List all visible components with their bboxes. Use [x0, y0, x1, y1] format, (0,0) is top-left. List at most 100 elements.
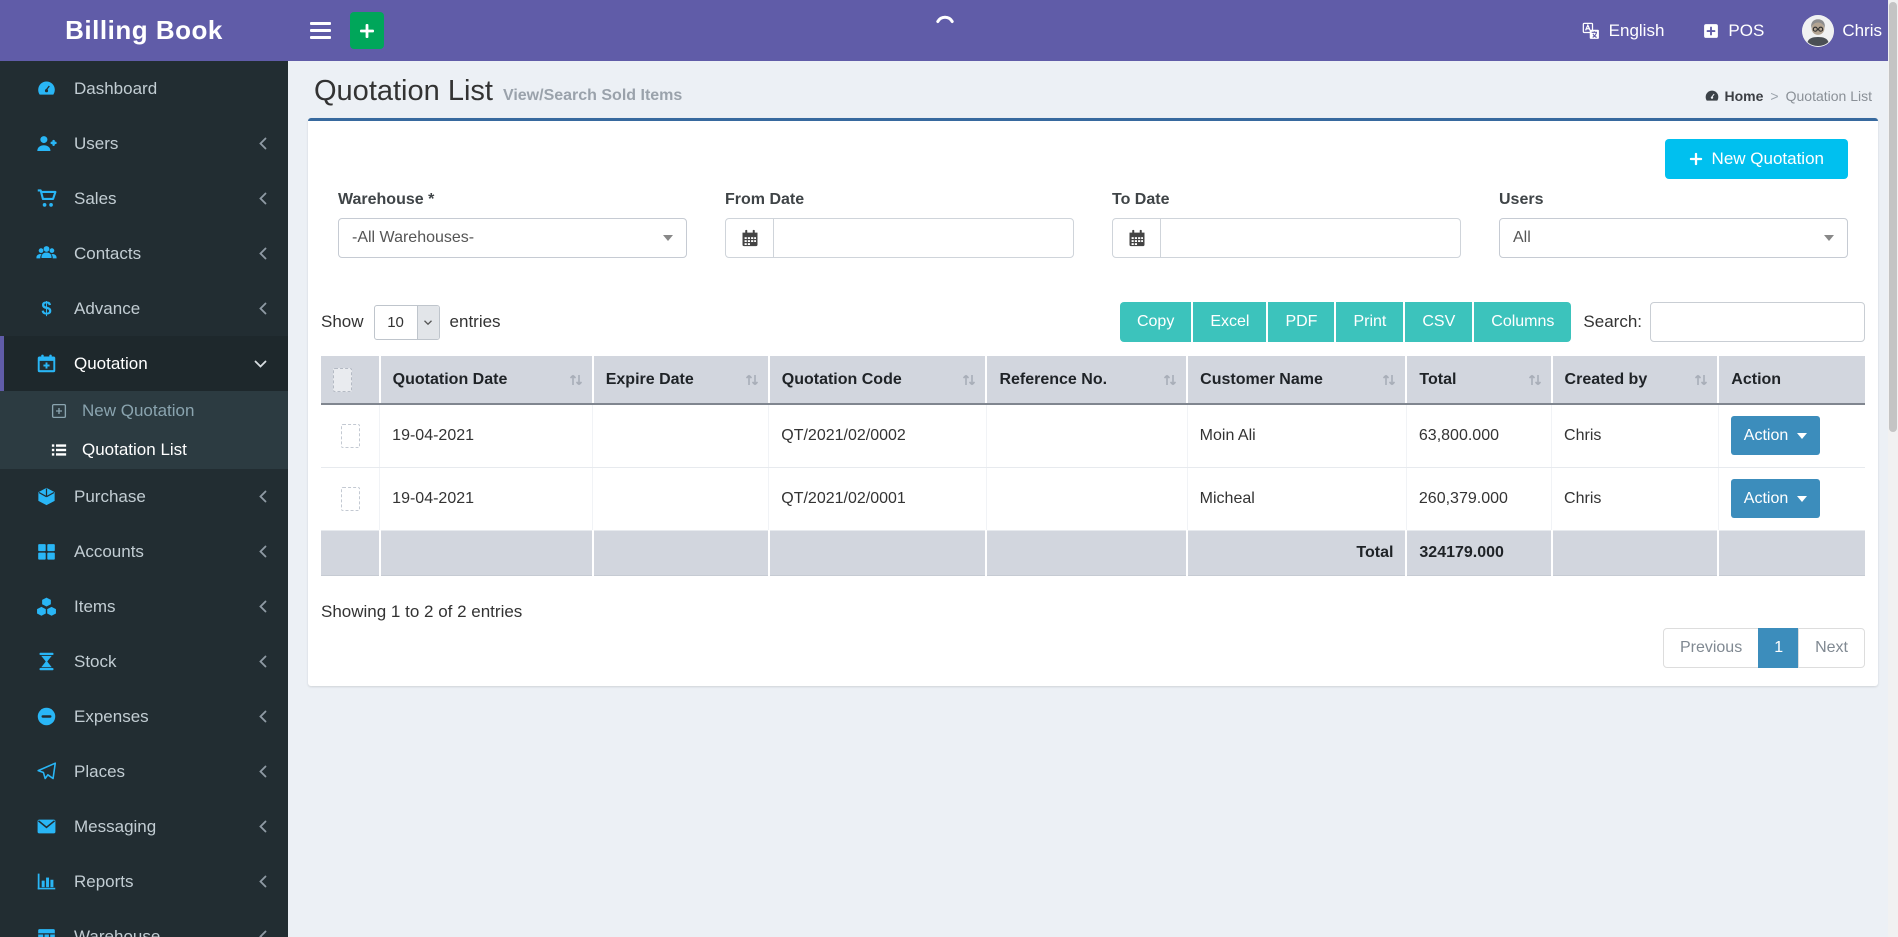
sidebar-item-warehouse[interactable]: Warehouse: [0, 909, 288, 937]
sidebar-subitem-label: New Quotation: [82, 400, 195, 420]
action-button[interactable]: Action: [1730, 416, 1821, 456]
sidebar-item-label: Places: [74, 761, 126, 781]
app-logo[interactable]: Billing Book: [0, 0, 288, 61]
sort-icon: [1527, 372, 1543, 388]
sidebar-subitem-quotation-list[interactable]: Quotation List: [0, 430, 288, 469]
scrollbar-track[interactable]: [1888, 0, 1898, 937]
sidebar-item-reports[interactable]: Reports: [0, 854, 288, 909]
sidebar-item-label: Messaging: [74, 816, 157, 836]
column-header-created-by[interactable]: Created by: [1550, 356, 1719, 405]
sidebar-item-items[interactable]: Items: [0, 579, 288, 634]
warehouse-select[interactable]: -All Warehouses-: [338, 218, 687, 258]
sidebar-item-expenses[interactable]: Expenses: [0, 689, 288, 744]
cart-icon: [34, 188, 58, 209]
to-date-input[interactable]: [1161, 219, 1460, 257]
pos-menu[interactable]: POS: [1702, 21, 1764, 41]
export-button-group: Copy Excel PDF Print CSV Columns: [1119, 302, 1572, 342]
sidebar-item-places[interactable]: Places: [0, 744, 288, 799]
sort-icon: [1693, 372, 1709, 388]
users-select[interactable]: All: [1499, 218, 1848, 258]
breadcrumb-home-label: Home: [1724, 88, 1764, 104]
table-body: 19-04-2021 QT/2021/02/0002 Moin Ali 63,800.…: [321, 404, 1865, 531]
language-menu[interactable]: English: [1581, 20, 1665, 41]
pos-label: POS: [1728, 20, 1765, 40]
calendar-icon[interactable]: [726, 219, 774, 257]
sidebar-submenu: New Quotation Quotation List: [0, 391, 288, 469]
table-row: 19-04-2021 QT/2021/02/0002 Moin Ali 63,800.…: [321, 404, 1865, 468]
from-date-input[interactable]: [774, 219, 1073, 257]
column-header-total[interactable]: Total: [1405, 356, 1552, 405]
avatar: [1802, 14, 1835, 47]
column-header-expire-date[interactable]: Expire Date: [591, 356, 769, 405]
page-length-select[interactable]: 10: [373, 304, 440, 340]
caret-down-icon: [1797, 495, 1808, 502]
export-print-button[interactable]: Print: [1336, 302, 1406, 342]
sidebar-item-users[interactable]: Users: [0, 116, 288, 171]
cell-quotation-code: QT/2021/02/0001: [768, 467, 987, 531]
warehouse-label: Warehouse *: [338, 191, 435, 208]
calendar-icon[interactable]: [1113, 219, 1161, 257]
sidebar-item-sales[interactable]: Sales: [0, 171, 288, 226]
column-header-label: Expire Date: [605, 370, 694, 388]
export-excel-button[interactable]: Excel: [1193, 302, 1269, 342]
sidebar-item-accounts[interactable]: Accounts: [0, 524, 288, 579]
sidebar-item-quotation[interactable]: Quotation: [0, 336, 288, 391]
column-header-label: Action: [1731, 370, 1782, 388]
sidebar-item-label: Accounts: [74, 541, 144, 561]
row-checkbox[interactable]: [340, 486, 360, 511]
cell-created-by: Chris: [1551, 404, 1719, 468]
action-button[interactable]: Action: [1730, 479, 1821, 518]
chevron-left-icon: [258, 654, 268, 669]
scrollbar-thumb[interactable]: [1889, 2, 1897, 432]
table-icon: [34, 926, 58, 937]
export-copy-button[interactable]: Copy: [1119, 302, 1194, 342]
hourglass-icon: [34, 651, 58, 672]
quick-add-button[interactable]: [350, 12, 384, 49]
sidebar-item-label: Dashboard: [74, 78, 158, 98]
pagination-next[interactable]: Next: [1798, 627, 1865, 668]
sidebar-item-dashboard[interactable]: Dashboard: [0, 61, 288, 116]
sidebar-item-stock[interactable]: Stock: [0, 634, 288, 689]
sidebar-item-messaging[interactable]: Messaging: [0, 799, 288, 854]
loading-spinner-icon: [933, 7, 957, 31]
export-columns-button[interactable]: Columns: [1474, 302, 1572, 342]
sidebar-item-label: Sales: [74, 188, 117, 208]
language-icon: [1581, 21, 1601, 41]
export-csv-button[interactable]: CSV: [1405, 302, 1475, 342]
new-quotation-button[interactable]: New Quotation: [1664, 139, 1848, 179]
column-header-customer-name[interactable]: Customer Name: [1186, 356, 1407, 405]
language-label: English: [1608, 20, 1665, 40]
chevron-left-icon: [258, 191, 268, 206]
caret-down-icon: [1824, 235, 1834, 241]
search-input[interactable]: [1651, 303, 1878, 341]
sidebar: Dashboard Users Sales Contacts $ Advance Quota…: [0, 61, 288, 937]
sidebar-item-advance[interactable]: $ Advance: [0, 281, 288, 336]
column-header-quotation-code[interactable]: Quotation Code: [767, 356, 987, 405]
cube-icon: [34, 486, 58, 507]
plus-icon: [359, 23, 375, 39]
export-pdf-button[interactable]: PDF: [1268, 302, 1337, 342]
paper-plane-icon: [34, 761, 58, 782]
pagination-page-1[interactable]: 1: [1758, 627, 1800, 668]
user-menu[interactable]: Chris: [1802, 14, 1882, 47]
select-all-checkbox[interactable]: [333, 367, 352, 392]
quotation-list-card: New Quotation Warehouse * -All Warehouse…: [308, 118, 1878, 686]
pagination-previous[interactable]: Previous: [1662, 627, 1760, 668]
sidebar-item-label: Purchase: [74, 486, 146, 506]
sidebar-subitem-new-quotation[interactable]: New Quotation: [0, 391, 288, 430]
row-checkbox[interactable]: [340, 423, 360, 448]
dollar-icon: $: [34, 298, 58, 319]
users-icon: [34, 243, 58, 264]
caret-down-icon: [1797, 432, 1808, 439]
sidebar-item-purchase[interactable]: Purchase: [0, 469, 288, 524]
sidebar-item-contacts[interactable]: Contacts: [0, 226, 288, 281]
sidebar-item-label: Users: [74, 133, 119, 153]
sidebar-menu: Dashboard Users Sales Contacts $ Advance Quota…: [0, 61, 288, 937]
from-date-filter: From Date: [725, 191, 1074, 258]
menu-icon[interactable]: [308, 16, 333, 45]
search-control: Search:: [1583, 302, 1878, 342]
list-icon: [48, 441, 70, 459]
breadcrumb-home[interactable]: Home: [1704, 88, 1764, 104]
column-header-reference-no[interactable]: Reference No.: [985, 356, 1188, 405]
column-header-quotation-date[interactable]: Quotation Date: [378, 356, 593, 405]
